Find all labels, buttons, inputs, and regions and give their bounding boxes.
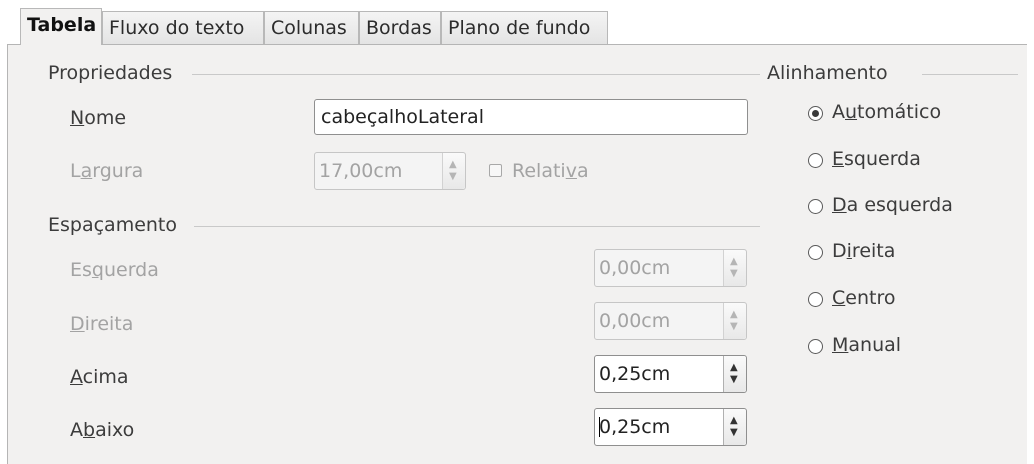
radio-manual-label[interactable]: Manual — [832, 334, 901, 356]
above-spacing-spinbox[interactable]: 0,25cm ▲ ▼ — [594, 355, 747, 393]
spin-down-icon: ▼ — [730, 427, 738, 438]
tab-plano-de-fundo[interactable]: Plano de fundo — [441, 11, 608, 44]
alignment-divider — [922, 74, 1018, 75]
tab-fluxo-do-texto[interactable]: Fluxo do texto — [102, 11, 264, 44]
below-spin-buttons[interactable]: ▲ ▼ — [723, 409, 746, 445]
tab-label: Plano de fundo — [448, 17, 591, 39]
radio-automatico[interactable] — [808, 106, 823, 121]
width-value: 17,00cm — [319, 160, 403, 182]
right-spin-buttons[interactable]: ▲ ▼ — [723, 303, 746, 339]
tab-colunas[interactable]: Colunas — [264, 11, 359, 44]
spin-up-icon: ▲ — [449, 159, 457, 170]
spacing-section-title: Espaçamento — [48, 214, 178, 236]
properties-section-title: Propriedades — [48, 62, 173, 84]
tab-label: Colunas — [271, 17, 347, 39]
radio-esquerda[interactable] — [808, 153, 823, 168]
relative-label: Relativa — [512, 160, 589, 182]
radio-direita-label[interactable]: Direita — [832, 240, 895, 262]
radio-da-esquerda[interactable] — [808, 199, 823, 214]
tab-bordas[interactable]: Bordas — [359, 11, 441, 44]
left-spin-buttons[interactable]: ▲ ▼ — [723, 250, 746, 286]
tab-label: Fluxo do texto — [109, 17, 245, 39]
tab-label: Bordas — [366, 17, 432, 39]
width-label: Largura — [70, 160, 144, 182]
spin-down-icon: ▼ — [730, 268, 738, 279]
left-spacing-spinbox[interactable]: 0,00cm ▲ ▼ — [594, 249, 747, 287]
alignment-section-title: Alinhamento — [767, 62, 888, 84]
radio-centro-label[interactable]: Centro — [832, 287, 895, 309]
below-spacing-value: 0,25cm — [599, 416, 671, 438]
radio-direita[interactable] — [808, 245, 823, 260]
above-spacing-value: 0,25cm — [599, 363, 671, 385]
radio-esquerda-label[interactable]: Esquerda — [832, 148, 921, 170]
properties-divider — [192, 74, 760, 75]
below-spacing-label: Abaixo — [70, 419, 135, 441]
relative-checkbox[interactable] — [489, 164, 502, 177]
right-spacing-spinbox[interactable]: 0,00cm ▲ ▼ — [594, 302, 747, 340]
tab-tabela[interactable]: Tabela — [20, 8, 102, 45]
radio-da-esquerda-label[interactable]: Da esquerda — [832, 194, 953, 216]
spin-up-icon: ▲ — [730, 362, 738, 373]
radio-manual[interactable] — [808, 339, 823, 354]
spin-up-icon: ▲ — [730, 309, 738, 320]
right-spacing-label: Direita — [70, 313, 134, 335]
below-spacing-spinbox[interactable]: 0,25cm ▲ ▼ — [594, 408, 747, 446]
left-spacing-value: 0,00cm — [599, 257, 671, 279]
right-spacing-value: 0,00cm — [599, 310, 671, 332]
name-input[interactable]: cabeçalhoLateral — [314, 99, 748, 135]
spin-up-icon: ▲ — [730, 256, 738, 267]
name-label: Nome — [70, 107, 127, 129]
tab-label: Tabela — [27, 14, 97, 36]
radio-centro[interactable] — [808, 292, 823, 307]
left-spacing-label: Esquerda — [70, 259, 159, 281]
spin-down-icon: ▼ — [730, 374, 738, 385]
spin-up-icon: ▲ — [730, 415, 738, 426]
above-spacing-label: Acima — [70, 366, 129, 388]
spacing-divider — [194, 226, 760, 227]
width-spinbox[interactable]: 17,00cm ▲ ▼ — [314, 152, 466, 190]
above-spin-buttons[interactable]: ▲ ▼ — [723, 356, 746, 392]
text-cursor — [599, 417, 600, 437]
spin-down-icon: ▼ — [730, 321, 738, 332]
width-spin-buttons[interactable]: ▲ ▼ — [442, 153, 465, 189]
spin-down-icon: ▼ — [449, 171, 457, 182]
radio-automatico-label[interactable]: Automático — [832, 101, 941, 123]
